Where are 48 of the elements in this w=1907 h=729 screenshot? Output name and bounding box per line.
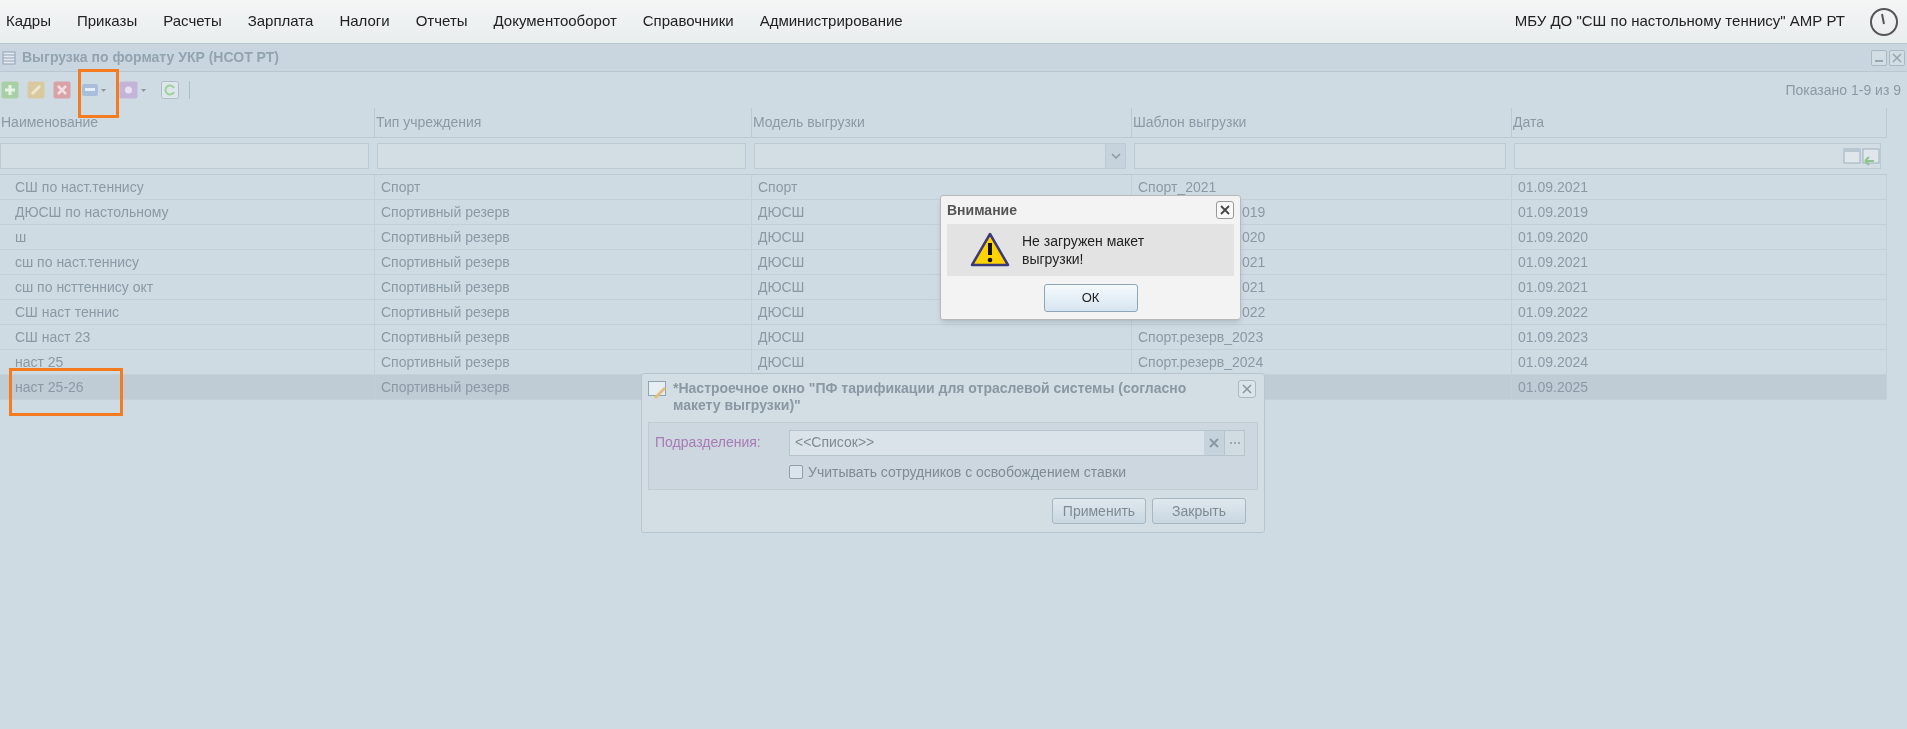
table-cell-text: 01.09.2021 (1518, 277, 1589, 297)
table-cell-text: 01.09.2023 (1518, 327, 1589, 347)
table-cell-text: сш по наст.теннису (15, 252, 139, 272)
table-cell-text: 020 (1242, 227, 1266, 247)
field-label: Подразделения: (654, 433, 762, 452)
table-cell-text: Спорт_2021 (1138, 177, 1217, 197)
table-cell-text: Спортивный резерв (381, 227, 510, 247)
table-cell-text: Спорт (381, 177, 421, 197)
table-cell-text: 01.09.2019 (1518, 202, 1589, 222)
table-cell-text: Спортивный резерв (381, 202, 510, 222)
table-cell-text: СШ наст теннис (15, 302, 119, 322)
dialog-title: *Настроечное окно "ПФ тарификации для отраслевой системы (согласно макету выгрузки)" (673, 380, 1188, 414)
table-cell-text: ДЮСШ (758, 327, 805, 347)
table-cell-text: наст 25 (15, 352, 64, 372)
table-cell-text: ДЮСШ (758, 302, 805, 322)
table-cell-text: ДЮСШ (758, 202, 805, 222)
table-cell-text: 019 (1242, 202, 1266, 222)
record-count: Показано 1-9 из 9 (1785, 80, 1901, 100)
table-cell-text: 01.09.2024 (1518, 352, 1589, 372)
field-value: <<Список>> (794, 433, 876, 452)
table-cell-text: 021 (1242, 252, 1266, 272)
table-cell-text: 021 (1242, 277, 1266, 297)
table-cell-text: Спортивный резерв (381, 352, 510, 372)
table-cell-text: ДЮСШ (758, 352, 805, 372)
table-cell-text: Спортивный резерв (381, 277, 510, 297)
table-cell-text: 022 (1242, 302, 1266, 322)
table-cell-text: ш (15, 227, 27, 247)
alert-title: Внимание (947, 200, 1017, 220)
table-cell-text: ДЮСШ по настольному (15, 202, 169, 222)
table-cell-text: Спортивный резерв (381, 302, 510, 322)
table-cell-text: СШ наст 23 (15, 327, 91, 347)
table-cell-text: 01.09.2021 (1518, 177, 1589, 197)
table-cell-text: ДЮСШ (758, 227, 805, 247)
table-cell-text: 01.09.2020 (1518, 227, 1589, 247)
table-cell-text: 01.09.2021 (1518, 252, 1589, 272)
table-cell-text: ДЮСШ (758, 277, 805, 297)
table-cell-text: Спортивный резерв (381, 252, 510, 272)
table-cell-text: СШ по наст.теннису (15, 177, 144, 197)
checkbox-label: Учитывать сотрудников с освобождением ставки (808, 462, 1127, 482)
table-cell-text: Спортивный резерв (381, 327, 510, 347)
table-cell-text: Спорт.резерв_2024 (1138, 352, 1264, 372)
table-cell-text: сш по нсттеннису окт (15, 277, 154, 297)
alert-message: Не загружен макет выгрузки! (1022, 232, 1146, 268)
table-cell-text: ДЮСШ (758, 252, 805, 272)
table-cell-text: Спорт (758, 177, 798, 197)
table-cell-text: 01.09.2022 (1518, 302, 1589, 322)
organization-name: МБУ ДО "СШ по настольному теннису" АМР РТ (1514, 11, 1845, 32)
table-cell-text: Спорт.резерв_2023 (1138, 327, 1264, 347)
